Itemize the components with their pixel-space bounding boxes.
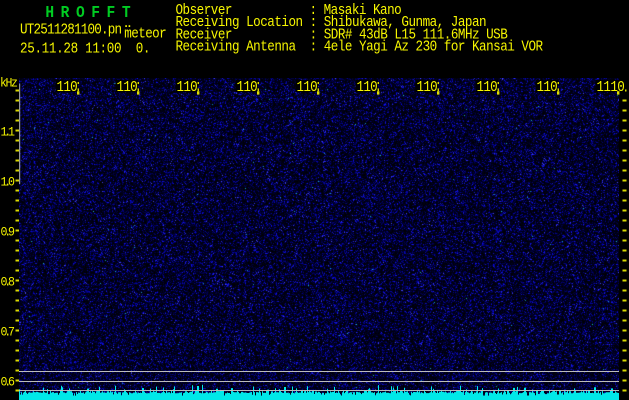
svg-text:UT2511281100.pn: UT2511281100.pn <box>20 23 122 39</box>
svg-text:0.6: 0.6 <box>1 375 16 390</box>
svg-text:0.9: 0.9 <box>1 225 16 240</box>
svg-text:25.11.28 11:00 0.: 25.11.28 11:00 0. <box>20 42 151 58</box>
svg-text:0.7: 0.7 <box>1 325 16 340</box>
svg-text:H R O F F T: H R O F F T <box>45 3 130 22</box>
svg-text:0.8: 0.8 <box>1 275 16 290</box>
svg-text:1.1: 1.1 <box>1 125 16 140</box>
svg-text:1110: 1110 <box>597 81 625 97</box>
svg-text:1.0: 1.0 <box>1 175 16 190</box>
svg-text:meteor: meteor <box>124 27 166 43</box>
svg-text:kHz: kHz <box>0 76 18 91</box>
svg-text:Receiving Antenna : 4ele Yagi: Receiving Antenna : 4ele Yagi Az 230 for… <box>176 40 544 56</box>
